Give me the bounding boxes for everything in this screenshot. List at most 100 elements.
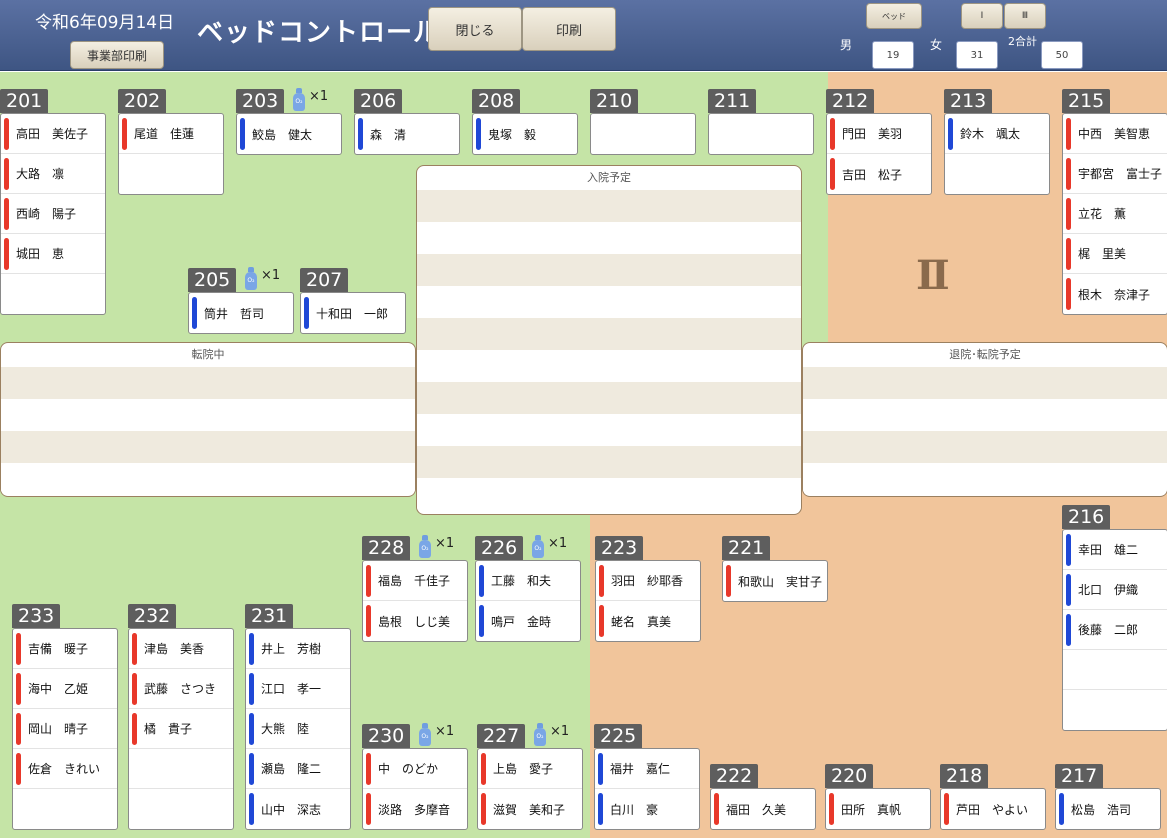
bed-slot-occupied[interactable]: 高田 美佐子: [1, 114, 105, 154]
panel-row[interactable]: [1, 431, 415, 463]
bed-slot-occupied[interactable]: 佐倉 きれい: [13, 749, 117, 789]
panel-row[interactable]: [417, 286, 801, 318]
admission-panel[interactable]: 入院予定: [416, 165, 802, 515]
panel-row[interactable]: [417, 478, 801, 510]
bed-slot-occupied[interactable]: 福井 嘉仁: [595, 749, 699, 789]
bed-slot-empty[interactable]: [1063, 650, 1167, 690]
bed-slot-empty[interactable]: [1063, 690, 1167, 730]
bed-slot-empty[interactable]: [129, 789, 233, 829]
bed-slot-occupied[interactable]: 門田 美羽: [827, 114, 931, 154]
bed-slot-occupied[interactable]: 江口 孝一: [246, 669, 350, 709]
oxygen-tank-icon: O₂: [418, 723, 432, 746]
bed-slot-empty[interactable]: [709, 114, 813, 154]
bed-slot-occupied[interactable]: 岡山 晴子: [13, 709, 117, 749]
bed-slot-occupied[interactable]: 十和田 一郎: [301, 293, 405, 333]
bed-slot-occupied[interactable]: 白川 豪: [595, 789, 699, 829]
bed-slot-empty[interactable]: [119, 154, 223, 194]
bed-slot-occupied[interactable]: 島根 しじ美: [363, 601, 467, 641]
bed-slot-occupied[interactable]: 西崎 陽子: [1, 194, 105, 234]
bed-slot-occupied[interactable]: 滋賀 美和子: [478, 789, 582, 829]
bed-slot-occupied[interactable]: 津島 美香: [129, 629, 233, 669]
discharge-panel[interactable]: 退院･転院予定: [802, 342, 1167, 497]
bed-slot-occupied[interactable]: 鈴木 颯太: [945, 114, 1049, 154]
panel-row[interactable]: [803, 399, 1167, 431]
bed-slot-occupied[interactable]: 筒井 哲司: [189, 293, 293, 333]
bed-slot-occupied[interactable]: 淡路 多摩音: [363, 789, 467, 829]
bed-slot-occupied[interactable]: 瀬島 隆二: [246, 749, 350, 789]
transfer-panel[interactable]: 転院中: [0, 342, 416, 497]
bed-slot-occupied[interactable]: 鬼塚 毅: [473, 114, 577, 154]
female-marker: [16, 713, 21, 745]
bed-list: 幸田 雄二 北口 伊織 後藤 二郎: [1062, 529, 1167, 731]
bed-slot-occupied[interactable]: 井上 芳樹: [246, 629, 350, 669]
bed-slot-occupied[interactable]: 羽田 紗耶香: [596, 561, 700, 601]
bed-slot-occupied[interactable]: 後藤 二郎: [1063, 610, 1167, 650]
print-dept-button[interactable]: 事業部印刷: [70, 41, 164, 69]
female-marker: [132, 713, 137, 745]
panel-row[interactable]: [1, 463, 415, 495]
close-button[interactable]: 閉じる: [428, 7, 522, 51]
bed-slot-occupied[interactable]: 松島 浩司: [1056, 789, 1160, 829]
female-marker: [4, 118, 9, 150]
bed-slot-occupied[interactable]: 城田 恵: [1, 234, 105, 274]
bed-slot-occupied[interactable]: 吉田 松子: [827, 154, 931, 194]
bed-slot-occupied[interactable]: 海中 乙姫: [13, 669, 117, 709]
panel-row[interactable]: [417, 414, 801, 446]
panel-row[interactable]: [417, 222, 801, 254]
bed-slot-occupied[interactable]: 北口 伊織: [1063, 570, 1167, 610]
bed-slot-occupied[interactable]: 根木 奈津子: [1063, 274, 1167, 314]
panel-row[interactable]: [417, 190, 801, 222]
print-button[interactable]: 印刷: [522, 7, 616, 51]
bed-slot-occupied[interactable]: 中 のどか: [363, 749, 467, 789]
panel-row[interactable]: [1, 399, 415, 431]
panel-row[interactable]: [417, 254, 801, 286]
bed-slot-occupied[interactable]: 和歌山 実甘子: [723, 561, 827, 601]
bed-slot-occupied[interactable]: 鳴戸 金時: [476, 601, 580, 641]
bed-slot-occupied[interactable]: 大熊 陸: [246, 709, 350, 749]
bed-slot-occupied[interactable]: 工藤 和夫: [476, 561, 580, 601]
bed-slot-occupied[interactable]: 田所 真帆: [826, 789, 930, 829]
bed-slot-occupied[interactable]: 上島 愛子: [478, 749, 582, 789]
patient-name: 大熊 陸: [261, 722, 310, 736]
bed-slot-occupied[interactable]: 武藤 さつき: [129, 669, 233, 709]
bed-slot-occupied[interactable]: 森 清: [355, 114, 459, 154]
bed-slot-empty[interactable]: [591, 114, 695, 154]
female-marker: [132, 673, 137, 705]
panel-row[interactable]: [417, 350, 801, 382]
bed-slot-empty[interactable]: [1, 274, 105, 314]
patient-name: 田所 真帆: [841, 802, 902, 817]
bed-button[interactable]: ベッド: [866, 3, 922, 29]
bed-slot-occupied[interactable]: 蛯名 真美: [596, 601, 700, 641]
bed-slot-occupied[interactable]: 福田 久美: [711, 789, 815, 829]
bed-slot-occupied[interactable]: 山中 深志: [246, 789, 350, 829]
bed-slot-occupied[interactable]: 中西 美智恵: [1063, 114, 1167, 154]
oxygen-tank-icon: O₂: [533, 723, 547, 746]
ward-3-button[interactable]: Ⅲ: [1004, 3, 1046, 29]
patient-name: 中 のどか: [378, 762, 439, 776]
bed-slot-occupied[interactable]: 立花 薫: [1063, 194, 1167, 234]
bed-slot-empty[interactable]: [13, 789, 117, 829]
bed-slot-occupied[interactable]: 福島 千佳子: [363, 561, 467, 601]
oxygen-tank-icon: O₂: [418, 535, 432, 558]
panel-row[interactable]: [1, 367, 415, 399]
bed-slot-occupied[interactable]: 大路 凛: [1, 154, 105, 194]
female-marker: [1066, 278, 1071, 310]
bed-slot-occupied[interactable]: 梶 里美: [1063, 234, 1167, 274]
bed-slot-empty[interactable]: [129, 749, 233, 789]
panel-row[interactable]: [803, 367, 1167, 399]
bed-slot-occupied[interactable]: 宇都宮 富士子: [1063, 154, 1167, 194]
bed-slot-occupied[interactable]: 鮫島 健太: [237, 114, 341, 154]
bed-slot-occupied[interactable]: 幸田 雄二: [1063, 530, 1167, 570]
ward-1-button[interactable]: Ⅰ: [961, 3, 1003, 29]
panel-row[interactable]: [417, 318, 801, 350]
panel-row[interactable]: [803, 431, 1167, 463]
panel-row[interactable]: [417, 382, 801, 414]
panel-row[interactable]: [803, 463, 1167, 495]
bed-slot-occupied[interactable]: 尾道 佳蓮: [119, 114, 223, 154]
panel-row[interactable]: [417, 446, 801, 478]
oxygen-tank-icon: O₂: [292, 88, 306, 111]
bed-slot-occupied[interactable]: 芦田 やよい: [941, 789, 1045, 829]
bed-slot-empty[interactable]: [945, 154, 1049, 194]
bed-slot-occupied[interactable]: 吉備 暖子: [13, 629, 117, 669]
bed-slot-occupied[interactable]: 橘 貴子: [129, 709, 233, 749]
